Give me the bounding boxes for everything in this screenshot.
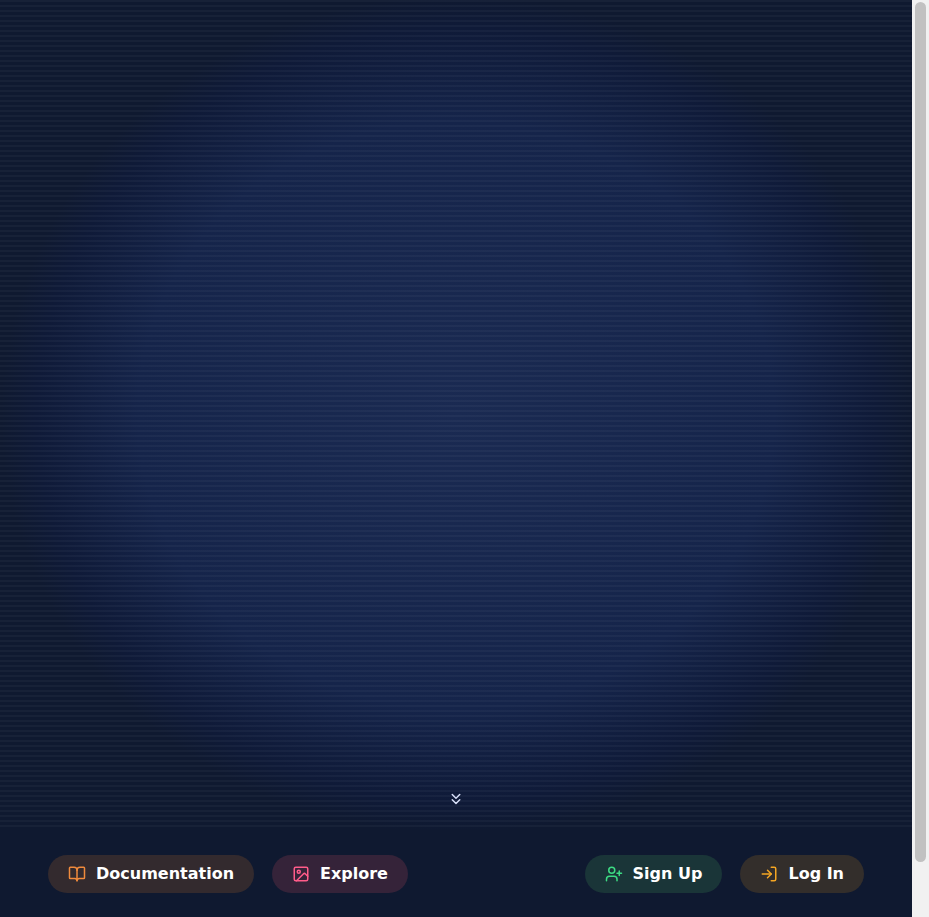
right-nav: Sign Up Log In [585, 855, 864, 893]
user-plus-icon [605, 865, 623, 883]
image-icon [292, 865, 310, 883]
page: Documentation Explore Sign Up Log In [0, 0, 929, 917]
nav-button[interactable]: Explore [272, 855, 408, 893]
nav-button[interactable]: Log In [740, 855, 864, 893]
nav-button[interactable]: Sign Up [585, 855, 723, 893]
nav-button-label: Explore [320, 864, 388, 883]
nav-button-label: Documentation [96, 864, 234, 883]
log-in-icon [760, 865, 778, 883]
main: Documentation Explore Sign Up Log In [0, 0, 912, 917]
scrollbar-thumb[interactable] [915, 2, 926, 862]
scrollbar[interactable] [912, 0, 929, 917]
left-nav: Documentation Explore [48, 855, 408, 893]
nav-button[interactable]: Documentation [48, 855, 254, 893]
nav-button-label: Log In [788, 864, 844, 883]
scroll-down-icon[interactable] [447, 790, 465, 808]
ascii-art-canvas [0, 0, 912, 830]
book-icon [68, 865, 86, 883]
nav-button-label: Sign Up [633, 864, 703, 883]
footer-nav: Documentation Explore Sign Up Log In [0, 830, 912, 917]
